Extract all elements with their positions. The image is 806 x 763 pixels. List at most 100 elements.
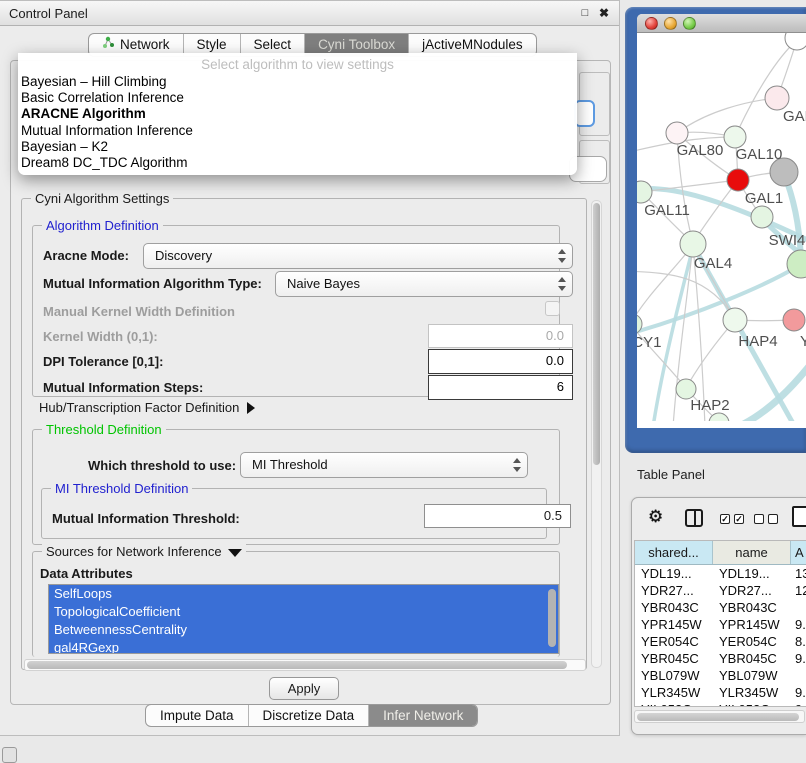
node-table: shared...nameA YDL19...YDL19...13YDR27..… bbox=[634, 540, 806, 707]
table-header-row: shared...nameA bbox=[635, 541, 806, 565]
column-header-3[interactable]: A bbox=[791, 541, 806, 564]
close-icon[interactable]: ✖ bbox=[596, 1, 612, 26]
mi-type-combobox[interactable]: Naive Bayes bbox=[275, 271, 573, 297]
hub-definition-expander[interactable]: Hub/Transcription Factor Definition bbox=[39, 400, 255, 415]
select-all-checkbox-icon2[interactable]: ✓ bbox=[734, 514, 744, 524]
network-node-GAL4[interactable] bbox=[680, 231, 706, 257]
network-node-GAL1[interactable] bbox=[727, 169, 749, 191]
table-row[interactable]: YBR045CYBR045C9. bbox=[635, 650, 806, 667]
table-cell: 9. bbox=[791, 701, 806, 707]
dropdown-item[interactable]: Bayesian – K2 bbox=[18, 139, 577, 155]
table-cell: 9. bbox=[791, 684, 806, 701]
settings-horizontal-scrollbar[interactable] bbox=[24, 659, 586, 671]
data-attributes-list[interactable]: SelfLoopsTopologicalCoefficientBetweenne… bbox=[48, 584, 559, 654]
node-label: GAL1 bbox=[745, 190, 783, 207]
network-node-node-pink[interactable] bbox=[765, 86, 789, 110]
deselect-all-checkbox-icon2[interactable] bbox=[768, 514, 778, 524]
settings-vertical-scrollbar[interactable] bbox=[591, 200, 602, 668]
manual-kernel-checkbox[interactable] bbox=[545, 301, 560, 316]
mi-type-label: Mutual Information Algorithm Type: bbox=[43, 276, 262, 291]
network-node-GAL80[interactable] bbox=[666, 122, 688, 144]
network-node-node-salmon[interactable] bbox=[783, 309, 805, 331]
column-header-2[interactable]: name bbox=[713, 541, 791, 564]
float-window-icon[interactable]: □ bbox=[577, 1, 593, 26]
table-cell: YDL19... bbox=[713, 565, 791, 582]
vscroll-thumb[interactable] bbox=[593, 203, 600, 465]
table-row[interactable]: YDR27...YDR27...12 bbox=[635, 582, 806, 599]
dropdown-item[interactable]: Mutual Information Inference bbox=[18, 123, 577, 139]
node-label: GCY1 bbox=[637, 334, 661, 351]
list-item[interactable]: SelfLoops bbox=[49, 585, 558, 603]
network-node-HAP2[interactable] bbox=[676, 379, 696, 399]
dropdown-item[interactable]: Bayesian – Hill Climbing bbox=[18, 74, 577, 90]
table-row[interactable]: YBR043CYBR043C bbox=[635, 599, 806, 616]
algorithm-combobox-fragment[interactable] bbox=[574, 100, 595, 127]
node-label: GAL4 bbox=[694, 255, 732, 272]
mi-threshold-field[interactable]: 0.5 bbox=[424, 504, 571, 528]
tab-discretize-data[interactable]: Discretize Data bbox=[248, 705, 369, 726]
network-node-GAL10[interactable] bbox=[724, 126, 746, 148]
table-cell: YLR345W bbox=[713, 684, 791, 701]
collapse-down-icon[interactable] bbox=[228, 549, 242, 557]
list-item[interactable]: BetweennessCentrality bbox=[49, 621, 558, 639]
list-item[interactable]: TopologicalCoefficient bbox=[49, 603, 558, 621]
combo-arrows-icon bbox=[557, 276, 567, 292]
tab-impute-data[interactable]: Impute Data bbox=[146, 705, 248, 726]
algorithm-dropdown-popup: Select algorithm to view settings Bayesi… bbox=[18, 53, 577, 175]
network-node-SWI4[interactable] bbox=[787, 250, 806, 278]
table-cell: YER054C bbox=[635, 633, 713, 650]
dock-panel-icon[interactable] bbox=[2, 747, 17, 763]
network-edge[interactable] bbox=[677, 98, 777, 133]
network-node-node-green[interactable] bbox=[751, 206, 773, 228]
dpi-tolerance-field[interactable]: 0.0 bbox=[428, 349, 573, 374]
dropdown-item[interactable]: Basic Correlation Inference bbox=[18, 90, 577, 106]
table-row[interactable]: YPR145WYPR145W9. bbox=[635, 616, 806, 633]
table-row[interactable]: YLR345WYLR345W9. bbox=[635, 684, 806, 701]
hscroll-thumb[interactable] bbox=[27, 661, 567, 669]
table-toolbar: ⚙ ✓ ✓ bbox=[632, 498, 806, 540]
node-label: GAL11 bbox=[644, 202, 690, 219]
zoom-traffic-light-icon[interactable] bbox=[683, 17, 696, 30]
control-panel-window: Control Panel □ ✖ NetworkStyleSelectCyni… bbox=[0, 0, 620, 736]
network-node-node-bottom[interactable] bbox=[709, 413, 729, 421]
network-edge[interactable] bbox=[686, 320, 735, 388]
table-row[interactable]: YIL052CYIL052C9. bbox=[635, 701, 806, 707]
manual-kernel-label: Manual Kernel Width Definition bbox=[43, 304, 235, 319]
which-threshold-combobox[interactable]: MI Threshold bbox=[240, 452, 528, 478]
kernel-width-label: Kernel Width (0,1): bbox=[43, 329, 158, 344]
apply-button[interactable]: Apply bbox=[269, 677, 339, 700]
node-label: HAP4 bbox=[738, 333, 777, 350]
settings-gear-icon[interactable]: ⚙ bbox=[648, 507, 663, 527]
table-row[interactable]: YDL19...YDL19...13 bbox=[635, 565, 806, 582]
table-horizontal-scrollbar[interactable] bbox=[634, 710, 805, 723]
network-edge[interactable] bbox=[637, 265, 800, 335]
network-node-HAP4[interactable] bbox=[723, 308, 747, 332]
table-cell: 13 bbox=[791, 565, 806, 582]
kernel-width-field[interactable]: 0.0 bbox=[428, 324, 573, 348]
close-traffic-light-icon[interactable] bbox=[645, 17, 658, 30]
aracne-mode-combobox[interactable]: Discovery bbox=[143, 243, 573, 269]
table-row[interactable]: YER054CYER054C8. bbox=[635, 633, 806, 650]
split-columns-icon[interactable] bbox=[685, 509, 703, 527]
table-hscroll-thumb[interactable] bbox=[637, 713, 799, 721]
network-edge[interactable] bbox=[733, 355, 806, 421]
select-all-checkbox-icon[interactable]: ✓ bbox=[720, 514, 730, 524]
mi-threshold-definition-title: MI Threshold Definition bbox=[51, 481, 192, 496]
list-scrollbar-thumb[interactable] bbox=[548, 589, 556, 647]
minimize-traffic-light-icon[interactable] bbox=[664, 17, 677, 30]
mi-steps-field[interactable]: 6 bbox=[428, 375, 573, 400]
column-header-1[interactable]: shared... bbox=[635, 541, 713, 564]
network-window-titlebar[interactable] bbox=[637, 14, 806, 33]
deselect-all-checkbox-icon[interactable] bbox=[754, 514, 764, 524]
table-row[interactable]: YBL079WYBL079W bbox=[635, 667, 806, 684]
threshold-definition-title: Threshold Definition bbox=[42, 422, 166, 437]
dropdown-item[interactable]: Dream8 DC_TDC Algorithm bbox=[18, 155, 577, 171]
dropdown-item[interactable]: ARACNE Algorithm bbox=[18, 106, 577, 122]
tab-infer-network[interactable]: Infer Network bbox=[368, 705, 477, 726]
network-canvas[interactable]: GALGAL80GAL10GAL1GAL11SWI4GAL4GCY1HAP4YH… bbox=[637, 33, 806, 421]
document-icon[interactable] bbox=[792, 506, 806, 527]
table-cell bbox=[791, 667, 806, 684]
network-node-node[interactable] bbox=[785, 33, 806, 50]
network-edge[interactable] bbox=[641, 180, 738, 192]
list-item[interactable]: gal4RGexp bbox=[49, 639, 558, 654]
